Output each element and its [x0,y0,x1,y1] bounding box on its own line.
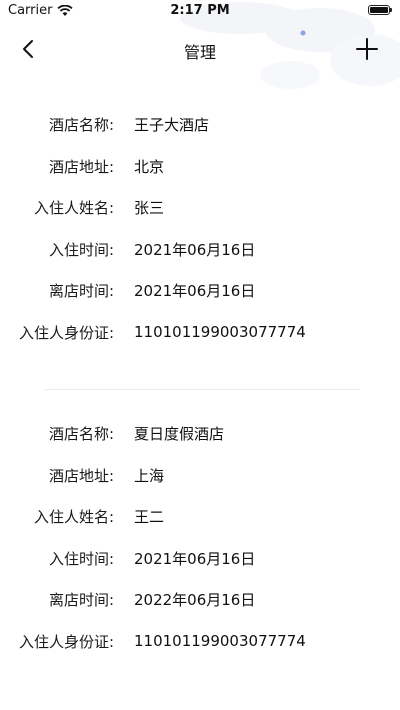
field-row-check-out: 离店时间: 2021年06月16日 [0,270,400,312]
field-label: 酒店地址: [48,157,114,176]
navigation-bar: 管理 [0,28,400,70]
add-button[interactable] [354,36,380,62]
battery-level [370,7,388,13]
field-row-guest-name: 入住人姓名: 王二 [0,496,400,538]
plus-icon [356,38,378,60]
field-row-check-in: 入住时间: 2021年06月16日 [0,229,400,271]
field-row-check-out: 离店时间: 2022年06月16日 [0,579,400,621]
field-label: 离店时间: [48,282,114,301]
field-value: 2021年06月16日 [134,240,256,259]
field-row-id-number: 入住人身份证: 110101199003077774 [0,312,400,354]
field-value: 夏日度假酒店 [134,425,225,444]
field-row-hotel-address: 酒店地址: 北京 [0,146,400,188]
field-value: 2021年06月16日 [134,282,256,301]
field-row-guest-name: 入住人姓名: 张三 [0,187,400,229]
record-divider [45,389,360,390]
field-value: 110101199003077774 [134,632,306,651]
field-label: 入住人姓名: [33,199,114,218]
status-time: 2:17 PM [170,3,230,18]
booking-record[interactable]: 酒店名称: 夏日度假酒店 酒店地址: 上海 入住人姓名: 王二 入住时间: 20… [0,413,400,662]
page-title: 管理 [183,43,216,62]
field-row-hotel-address: 酒店地址: 上海 [0,455,400,497]
booking-record[interactable]: 酒店名称: 王子大酒店 酒店地址: 北京 入住人姓名: 张三 入住时间: 202… [0,104,400,353]
field-value: 110101199003077774 [134,323,306,342]
field-row-hotel-name: 酒店名称: 王子大酒店 [0,104,400,146]
field-value: 王二 [134,508,165,527]
field-value: 北京 [134,157,165,176]
field-value: 2021年06月16日 [134,549,256,568]
field-row-id-number: 入住人身份证: 110101199003077774 [0,621,400,663]
field-label: 入住人身份证: [18,632,114,651]
field-row-hotel-name: 酒店名称: 夏日度假酒店 [0,413,400,455]
field-label: 酒店名称: [48,116,114,135]
field-value: 张三 [134,199,165,218]
field-label: 入住时间: [48,549,114,568]
field-value: 王子大酒店 [134,116,210,135]
field-label: 酒店地址: [48,466,114,485]
field-label: 入住人身份证: [18,323,114,342]
field-label: 酒店名称: [48,425,114,444]
field-row-check-in: 入住时间: 2021年06月16日 [0,538,400,580]
field-value: 2022年06月16日 [134,591,256,610]
status-bar: Carrier 2:17 PM [0,0,400,22]
field-label: 入住时间: [48,240,114,259]
battery-icon [368,5,392,15]
field-label: 入住人姓名: [33,508,114,527]
field-value: 上海 [134,466,165,485]
field-label: 离店时间: [48,591,114,610]
